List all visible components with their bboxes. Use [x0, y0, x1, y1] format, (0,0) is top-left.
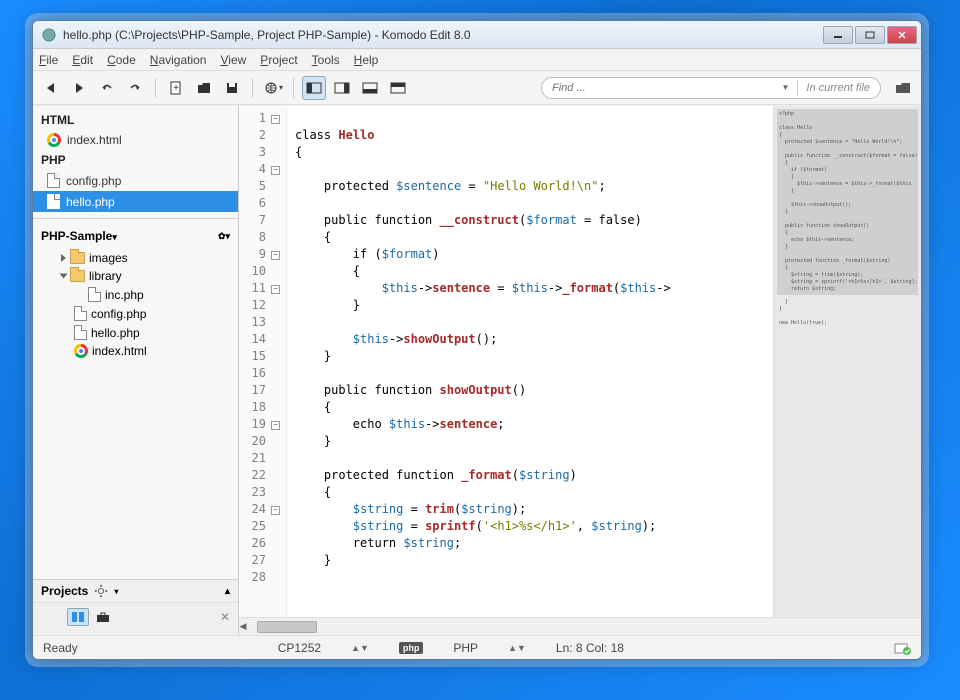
panel-bottom-button[interactable] — [358, 76, 382, 100]
maximize-button[interactable] — [855, 26, 885, 44]
gear-icon[interactable]: ✿▾ — [218, 231, 230, 242]
open-file-item[interactable]: index.html — [33, 130, 238, 150]
open-file-button[interactable] — [192, 76, 216, 100]
menubar: File Edit Code Navigation View Project Tools He… — [33, 49, 921, 71]
group-header: PHP — [33, 150, 238, 170]
horizontal-scrollbar[interactable]: ◀ — [239, 617, 921, 635]
sidebar: HTML index.html PHP config.php hello.php PHP-… — [33, 106, 239, 635]
open-folder-button[interactable] — [891, 76, 915, 100]
fold-toggle[interactable]: − — [271, 285, 280, 294]
scrollbar-thumb[interactable] — [257, 621, 317, 633]
menu-view[interactable]: View — [220, 53, 246, 67]
encoding-selector-icon[interactable]: ▲▼ — [351, 643, 369, 653]
project-header[interactable]: PHP-Sample▾✿▾ — [33, 225, 238, 247]
globe-button[interactable]: ▾ — [261, 76, 285, 100]
open-files-pane: HTML index.html PHP config.php hello.php PHP-… — [33, 106, 238, 579]
open-file-item[interactable]: hello.php — [33, 191, 238, 212]
fold-toggle[interactable]: − — [271, 421, 280, 430]
projects-label: Projects — [41, 584, 88, 598]
statusbar: Ready CP1252 ▲▼ php PHP ▲▼ Ln: 8 Col: 18 — [33, 635, 921, 659]
close-panel-icon[interactable]: ✕ — [220, 610, 230, 624]
node-label: hello.php — [91, 326, 140, 340]
item-label: config.php — [66, 174, 121, 188]
node-label: index.html — [92, 344, 147, 358]
fold-toggle[interactable]: − — [271, 251, 280, 260]
chrome-icon — [47, 133, 61, 147]
folder-icon — [70, 252, 85, 264]
file-icon — [47, 194, 60, 209]
node-label: config.php — [91, 307, 146, 321]
app-icon — [41, 27, 57, 43]
find-scope[interactable]: In current file — [806, 82, 870, 94]
node-label: images — [89, 251, 128, 265]
toolbox-tab-icon[interactable] — [95, 611, 111, 623]
minimap[interactable]: <?php class Hello { protected $sentence … — [773, 106, 921, 617]
tree-node[interactable]: images — [45, 249, 234, 267]
back-button[interactable] — [39, 76, 63, 100]
collapse-icon[interactable]: ▴ — [225, 586, 230, 597]
expander-icon[interactable] — [60, 274, 68, 279]
undo-button[interactable] — [95, 76, 119, 100]
app-window: hello.php (C:\Projects\PHP-Sample, Proje… — [32, 20, 922, 660]
tree-node[interactable]: inc.php — [45, 285, 234, 304]
tree-node[interactable]: hello.php — [45, 323, 234, 342]
files-tab-icon[interactable] — [67, 608, 89, 626]
minimize-button[interactable] — [823, 26, 853, 44]
fold-toggle[interactable]: − — [271, 115, 280, 124]
lang-selector-icon[interactable]: ▲▼ — [508, 643, 526, 653]
panel-top-button[interactable] — [386, 76, 410, 100]
main-area: HTML index.html PHP config.php hello.php PHP-… — [33, 105, 921, 635]
file-icon — [88, 287, 101, 302]
file-icon — [74, 325, 87, 340]
fold-toggle[interactable]: − — [271, 506, 280, 515]
item-label: index.html — [67, 133, 122, 147]
window-title: hello.php (C:\Projects\PHP-Sample, Proje… — [63, 28, 821, 42]
close-button[interactable] — [887, 26, 917, 44]
file-icon — [47, 173, 60, 188]
group-header: HTML — [33, 110, 238, 130]
redo-button[interactable] — [123, 76, 147, 100]
svg-text:+: + — [173, 83, 179, 94]
lang-badge: php — [399, 642, 424, 654]
chrome-icon — [74, 344, 88, 358]
status-ready: Ready — [43, 641, 78, 655]
status-encoding[interactable]: CP1252 — [278, 641, 321, 655]
status-position[interactable]: Ln: 8 Col: 18 — [556, 641, 624, 655]
projects-pane: Projects ▾ ▴ ✕ — [33, 579, 238, 635]
editor: 1234567891011121314151617181920212223242… — [239, 106, 921, 635]
status-language[interactable]: PHP — [453, 641, 478, 655]
item-label: hello.php — [66, 195, 115, 209]
titlebar[interactable]: hello.php (C:\Projects\PHP-Sample, Proje… — [33, 21, 921, 49]
folder-icon — [70, 270, 85, 282]
window-controls — [821, 26, 917, 44]
menu-code[interactable]: Code — [107, 53, 136, 67]
menu-edit[interactable]: Edit — [72, 53, 93, 67]
new-file-button[interactable]: + — [164, 76, 188, 100]
toolbar: + ▾ ▼ In current file — [33, 71, 921, 105]
node-label: library — [89, 269, 122, 283]
open-file-item[interactable]: config.php — [33, 170, 238, 191]
sync-icon[interactable] — [893, 641, 911, 655]
expander-icon[interactable] — [61, 254, 66, 262]
node-label: inc.php — [105, 288, 144, 302]
code-view[interactable]: class Hello{ protected $sentence = "Hell… — [287, 106, 773, 617]
menu-file[interactable]: File — [39, 53, 58, 67]
tree-node[interactable]: index.html — [45, 342, 234, 360]
forward-button[interactable] — [67, 76, 91, 100]
menu-project[interactable]: Project — [260, 53, 297, 67]
file-icon — [74, 306, 87, 321]
menu-help[interactable]: Help — [354, 53, 379, 67]
menu-navigation[interactable]: Navigation — [150, 53, 207, 67]
fold-toggle[interactable]: − — [271, 166, 280, 175]
panel-left-button[interactable] — [302, 76, 326, 100]
menu-tools[interactable]: Tools — [312, 53, 340, 67]
save-button[interactable] — [220, 76, 244, 100]
tree-node[interactable]: config.php — [45, 304, 234, 323]
panel-right-button[interactable] — [330, 76, 354, 100]
gear-icon[interactable] — [94, 584, 108, 598]
tree-node[interactable]: library — [45, 267, 234, 285]
find-box[interactable]: ▼ In current file — [541, 77, 881, 99]
find-input[interactable] — [552, 82, 781, 94]
fold-column[interactable]: − − − − − − — [271, 106, 285, 586]
